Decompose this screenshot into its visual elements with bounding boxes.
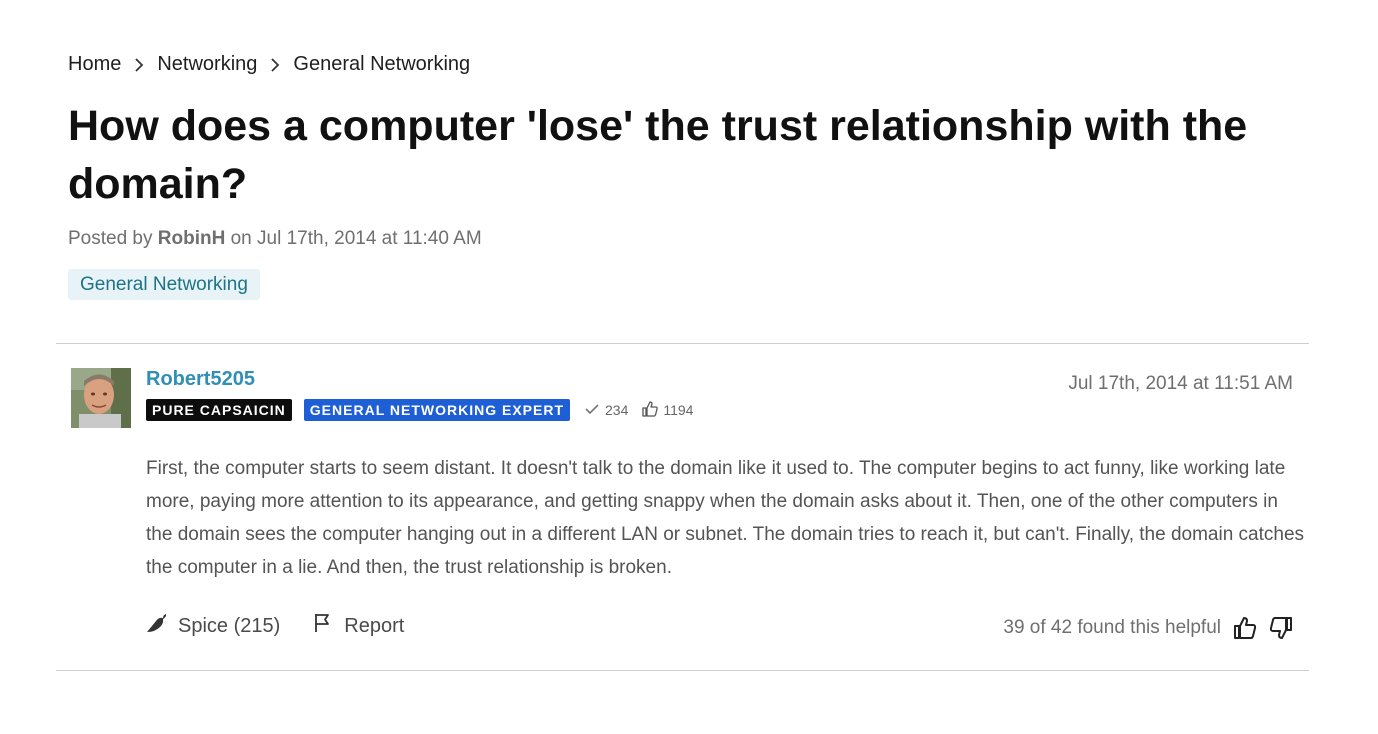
topic-tag[interactable]: General Networking	[68, 269, 260, 300]
badge-general-networking-expert: GENERAL NETWORKING EXPERT	[303, 399, 570, 421]
breadcrumb-general-networking[interactable]: General Networking	[293, 53, 470, 76]
checkmark-icon	[584, 401, 600, 420]
badge-pure-capsaicin: PURE CAPSAICIN	[146, 399, 292, 421]
spice-button[interactable]: Spice (215)	[146, 612, 280, 640]
posted-meta: Posted by RobinH on Jul 17th, 2014 at 11…	[68, 228, 482, 250]
helpful-votes-count: 1194	[663, 402, 694, 418]
report-button[interactable]: Report	[312, 612, 404, 640]
flag-icon	[312, 612, 334, 640]
divider	[56, 670, 1309, 671]
best-answers-stat: 234	[584, 401, 628, 420]
breadcrumb-networking[interactable]: Networking	[157, 53, 257, 76]
chevron-right-icon	[121, 57, 157, 72]
pepper-icon	[146, 612, 168, 640]
divider	[56, 343, 1309, 344]
spice-label: Spice (215)	[178, 614, 281, 637]
reply-username[interactable]: Robert5205	[146, 368, 255, 391]
thumbs-up-icon[interactable]	[1233, 616, 1257, 640]
topic-author[interactable]: RobinH	[158, 228, 226, 249]
reply-actions: Spice (215) Report	[146, 612, 404, 640]
chevron-right-icon	[257, 57, 293, 72]
page-title: How does a computer 'lose' the trust rel…	[68, 102, 1248, 208]
helpful-feedback: 39 of 42 found this helpful	[1003, 616, 1293, 640]
thumbs-down-icon[interactable]	[1269, 616, 1293, 640]
breadcrumb: Home Networking General Networking	[68, 53, 470, 76]
helpful-votes-stat: 1194	[642, 400, 694, 420]
posted-prefix: Posted by	[68, 228, 153, 249]
breadcrumb-home[interactable]: Home	[68, 53, 121, 76]
best-answers-count: 234	[605, 402, 629, 418]
helpful-text: 39 of 42 found this helpful	[1003, 617, 1221, 638]
report-label: Report	[344, 614, 405, 637]
thumbs-up-icon	[642, 400, 659, 420]
reply-date: Jul 17th, 2014 at 11:51 AM	[1068, 373, 1293, 394]
reply-badges: PURE CAPSAICIN GENERAL NETWORKING EXPERT…	[146, 399, 693, 421]
posted-date: on Jul 17th, 2014 at 11:40 AM	[230, 228, 482, 249]
avatar[interactable]	[71, 368, 131, 428]
reply-body: First, the computer starts to seem dista…	[146, 458, 1305, 578]
